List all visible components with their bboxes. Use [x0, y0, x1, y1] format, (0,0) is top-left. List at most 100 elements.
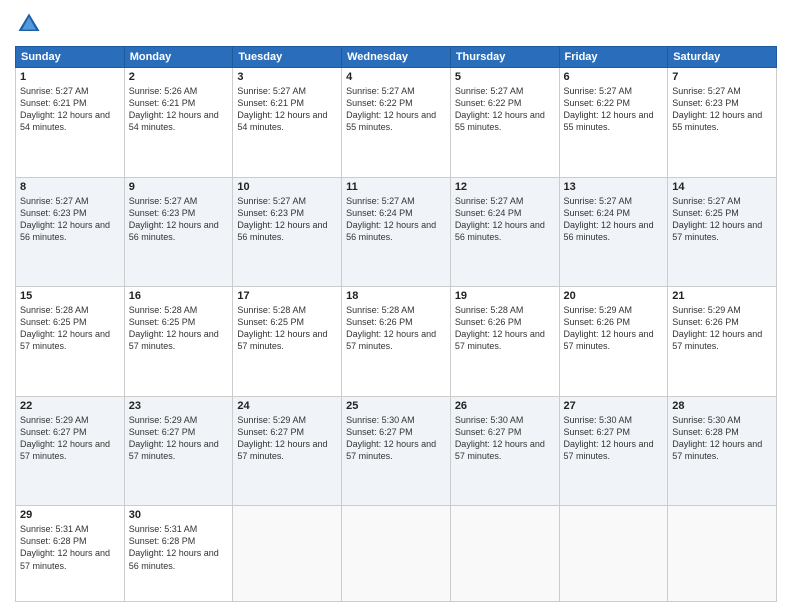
sunset-label: Sunset: 6:22 PM: [346, 98, 413, 108]
table-row: 1 Sunrise: 5:27 AM Sunset: 6:21 PM Dayli…: [16, 68, 125, 178]
table-row: 14 Sunrise: 5:27 AM Sunset: 6:25 PM Dayl…: [668, 177, 777, 287]
day-info: Sunrise: 5:27 AM Sunset: 6:23 PM Dayligh…: [20, 195, 120, 244]
header: [15, 10, 777, 38]
day-number: 8: [20, 181, 120, 193]
sunrise-label: Sunrise: 5:27 AM: [237, 196, 306, 206]
sunrise-label: Sunrise: 5:27 AM: [455, 196, 524, 206]
daylight-label: Daylight: 12 hours and 55 minutes.: [564, 110, 654, 132]
sunrise-label: Sunrise: 5:28 AM: [346, 305, 415, 315]
sunset-label: Sunset: 6:25 PM: [20, 317, 87, 327]
col-friday: Friday: [559, 47, 668, 68]
table-row: [342, 506, 451, 602]
day-number: 2: [129, 71, 229, 83]
sunset-label: Sunset: 6:27 PM: [564, 427, 631, 437]
daylight-label: Daylight: 12 hours and 56 minutes.: [455, 220, 545, 242]
day-number: 16: [129, 290, 229, 302]
day-number: 6: [564, 71, 664, 83]
sunset-label: Sunset: 6:27 PM: [346, 427, 413, 437]
calendar-week-1: 8 Sunrise: 5:27 AM Sunset: 6:23 PM Dayli…: [16, 177, 777, 287]
table-row: 7 Sunrise: 5:27 AM Sunset: 6:23 PM Dayli…: [668, 68, 777, 178]
sunrise-label: Sunrise: 5:31 AM: [20, 524, 89, 534]
calendar-week-3: 22 Sunrise: 5:29 AM Sunset: 6:27 PM Dayl…: [16, 396, 777, 506]
day-number: 23: [129, 400, 229, 412]
table-row: 5 Sunrise: 5:27 AM Sunset: 6:22 PM Dayli…: [450, 68, 559, 178]
daylight-label: Daylight: 12 hours and 57 minutes.: [20, 329, 110, 351]
table-row: 22 Sunrise: 5:29 AM Sunset: 6:27 PM Dayl…: [16, 396, 125, 506]
day-info: Sunrise: 5:27 AM Sunset: 6:22 PM Dayligh…: [564, 85, 664, 134]
daylight-label: Daylight: 12 hours and 57 minutes.: [564, 439, 654, 461]
table-row: 12 Sunrise: 5:27 AM Sunset: 6:24 PM Dayl…: [450, 177, 559, 287]
daylight-label: Daylight: 12 hours and 54 minutes.: [20, 110, 110, 132]
sunrise-label: Sunrise: 5:28 AM: [129, 305, 198, 315]
sunset-label: Sunset: 6:28 PM: [20, 536, 87, 546]
daylight-label: Daylight: 12 hours and 55 minutes.: [672, 110, 762, 132]
col-saturday: Saturday: [668, 47, 777, 68]
daylight-label: Daylight: 12 hours and 57 minutes.: [237, 329, 327, 351]
day-number: 11: [346, 181, 446, 193]
day-info: Sunrise: 5:27 AM Sunset: 6:23 PM Dayligh…: [237, 195, 337, 244]
sunrise-label: Sunrise: 5:27 AM: [20, 86, 89, 96]
table-row: 3 Sunrise: 5:27 AM Sunset: 6:21 PM Dayli…: [233, 68, 342, 178]
calendar-body: 1 Sunrise: 5:27 AM Sunset: 6:21 PM Dayli…: [16, 68, 777, 602]
sunset-label: Sunset: 6:22 PM: [455, 98, 522, 108]
sunset-label: Sunset: 6:25 PM: [237, 317, 304, 327]
day-number: 4: [346, 71, 446, 83]
sunrise-label: Sunrise: 5:27 AM: [564, 196, 633, 206]
sunset-label: Sunset: 6:27 PM: [237, 427, 304, 437]
sunrise-label: Sunrise: 5:27 AM: [346, 196, 415, 206]
daylight-label: Daylight: 12 hours and 57 minutes.: [129, 439, 219, 461]
table-row: 16 Sunrise: 5:28 AM Sunset: 6:25 PM Dayl…: [124, 287, 233, 397]
col-sunday: Sunday: [16, 47, 125, 68]
daylight-label: Daylight: 12 hours and 57 minutes.: [346, 439, 436, 461]
table-row: 24 Sunrise: 5:29 AM Sunset: 6:27 PM Dayl…: [233, 396, 342, 506]
day-info: Sunrise: 5:30 AM Sunset: 6:27 PM Dayligh…: [564, 414, 664, 463]
daylight-label: Daylight: 12 hours and 56 minutes.: [20, 220, 110, 242]
sunset-label: Sunset: 6:21 PM: [237, 98, 304, 108]
sunset-label: Sunset: 6:22 PM: [564, 98, 631, 108]
calendar-week-0: 1 Sunrise: 5:27 AM Sunset: 6:21 PM Dayli…: [16, 68, 777, 178]
col-monday: Monday: [124, 47, 233, 68]
table-row: 2 Sunrise: 5:26 AM Sunset: 6:21 PM Dayli…: [124, 68, 233, 178]
day-number: 15: [20, 290, 120, 302]
daylight-label: Daylight: 12 hours and 57 minutes.: [455, 439, 545, 461]
table-row: 29 Sunrise: 5:31 AM Sunset: 6:28 PM Dayl…: [16, 506, 125, 602]
table-row: [668, 506, 777, 602]
logo-icon: [15, 10, 43, 38]
day-number: 1: [20, 71, 120, 83]
table-row: 13 Sunrise: 5:27 AM Sunset: 6:24 PM Dayl…: [559, 177, 668, 287]
sunset-label: Sunset: 6:24 PM: [455, 208, 522, 218]
sunset-label: Sunset: 6:27 PM: [455, 427, 522, 437]
sunrise-label: Sunrise: 5:30 AM: [455, 415, 524, 425]
sunset-label: Sunset: 6:25 PM: [129, 317, 196, 327]
sunset-label: Sunset: 6:21 PM: [129, 98, 196, 108]
day-info: Sunrise: 5:28 AM Sunset: 6:26 PM Dayligh…: [455, 304, 555, 353]
sunrise-label: Sunrise: 5:31 AM: [129, 524, 198, 534]
table-row: 20 Sunrise: 5:29 AM Sunset: 6:26 PM Dayl…: [559, 287, 668, 397]
table-row: 30 Sunrise: 5:31 AM Sunset: 6:28 PM Dayl…: [124, 506, 233, 602]
day-number: 17: [237, 290, 337, 302]
sunset-label: Sunset: 6:27 PM: [20, 427, 87, 437]
table-row: 4 Sunrise: 5:27 AM Sunset: 6:22 PM Dayli…: [342, 68, 451, 178]
day-info: Sunrise: 5:27 AM Sunset: 6:22 PM Dayligh…: [346, 85, 446, 134]
daylight-label: Daylight: 12 hours and 55 minutes.: [346, 110, 436, 132]
table-row: 21 Sunrise: 5:29 AM Sunset: 6:26 PM Dayl…: [668, 287, 777, 397]
sunrise-label: Sunrise: 5:27 AM: [237, 86, 306, 96]
day-number: 9: [129, 181, 229, 193]
sunset-label: Sunset: 6:23 PM: [129, 208, 196, 218]
daylight-label: Daylight: 12 hours and 56 minutes.: [346, 220, 436, 242]
daylight-label: Daylight: 12 hours and 54 minutes.: [237, 110, 327, 132]
calendar-week-2: 15 Sunrise: 5:28 AM Sunset: 6:25 PM Dayl…: [16, 287, 777, 397]
table-row: 23 Sunrise: 5:29 AM Sunset: 6:27 PM Dayl…: [124, 396, 233, 506]
day-info: Sunrise: 5:27 AM Sunset: 6:23 PM Dayligh…: [672, 85, 772, 134]
daylight-label: Daylight: 12 hours and 57 minutes.: [129, 329, 219, 351]
day-info: Sunrise: 5:28 AM Sunset: 6:25 PM Dayligh…: [20, 304, 120, 353]
daylight-label: Daylight: 12 hours and 56 minutes.: [129, 548, 219, 570]
sunrise-label: Sunrise: 5:27 AM: [346, 86, 415, 96]
sunrise-label: Sunrise: 5:30 AM: [564, 415, 633, 425]
sunset-label: Sunset: 6:26 PM: [346, 317, 413, 327]
day-info: Sunrise: 5:28 AM Sunset: 6:26 PM Dayligh…: [346, 304, 446, 353]
day-number: 3: [237, 71, 337, 83]
sunset-label: Sunset: 6:24 PM: [346, 208, 413, 218]
day-info: Sunrise: 5:30 AM Sunset: 6:28 PM Dayligh…: [672, 414, 772, 463]
sunrise-label: Sunrise: 5:27 AM: [129, 196, 198, 206]
